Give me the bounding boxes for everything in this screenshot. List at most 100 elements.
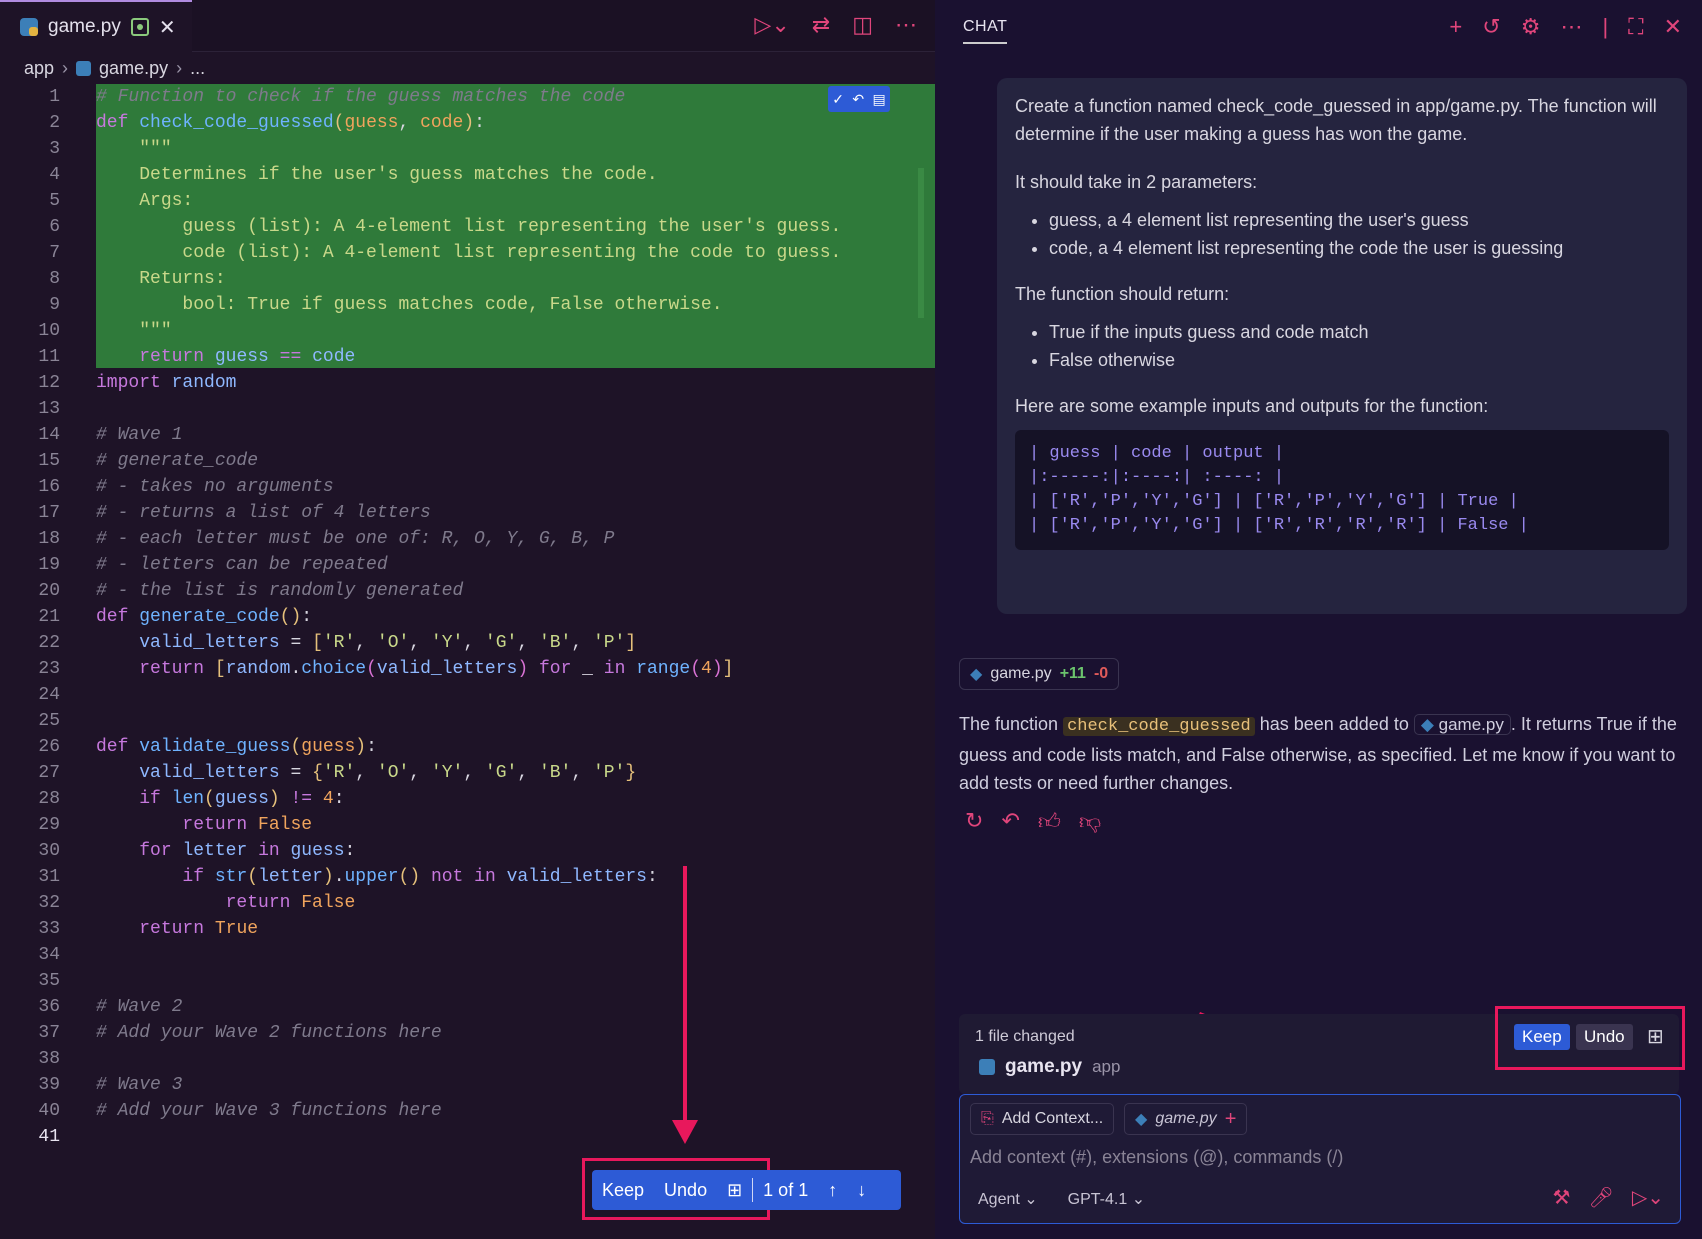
editor-actions: ▷⌄ ⇄ ◫ ⋯ [754,12,917,38]
mode-label: Agent [978,1191,1020,1208]
split-editor-icon[interactable]: ◫ [852,12,873,38]
hunk-toolbar: Keep Undo ⊞ 1 of 1 ↑ ↓ [592,1170,901,1210]
code-text: if str(letter).upper() not in valid_lett… [182,867,658,887]
line-number: 12 [38,373,60,393]
line-number: 19 [38,555,60,575]
code-line: 19 # - letters can be repeated [0,552,935,578]
code-text: """ [139,321,172,341]
line-number: 11 [38,347,60,367]
gear-icon[interactable]: ⚙ [1521,14,1541,40]
plus-icon[interactable]: + [1449,14,1462,40]
send-icon[interactable]: ▷⌄ [1632,1185,1664,1210]
user-message: Create a function named check_code_guess… [997,78,1687,614]
file-name: game.py [990,665,1052,682]
code-text: def check_code_guessed(guess, code): [96,113,485,133]
editor-pane: game.py ✕ ▷⌄ ⇄ ◫ ⋯ app › game.py › ... 1… [0,0,935,1239]
keep-button[interactable]: Keep [592,1180,654,1201]
hunk-counter: 1 of 1 [763,1179,809,1200]
retry-icon[interactable]: ↻ [965,808,983,835]
undo-icon[interactable]: ↶ [852,91,864,108]
accept-icon[interactable]: ✓ [832,91,844,108]
more-icon[interactable]: ⋯ [1560,14,1582,40]
code-line: 23 return [random.choice(valid_letters) … [0,656,935,682]
code-text: # Add your Wave 3 functions here [96,1101,442,1121]
code-line: 22 valid_letters = ['R', 'O', 'Y', 'G', … [0,630,935,656]
run-icon[interactable]: ▷⌄ [754,12,789,38]
model-select[interactable]: GPT-4.1 ⌄ [1068,1189,1145,1209]
line-number: 37 [38,1023,60,1043]
file-link-label: game.py [1438,715,1504,734]
thumbs-up-icon[interactable]: 👍︎ [1038,808,1061,835]
line-number: 18 [38,529,60,549]
line-number: 21 [38,607,60,627]
tab-label: game.py [48,16,121,37]
line-number: 29 [38,815,60,835]
mic-icon[interactable]: 🎤︎ [1588,1185,1613,1210]
changed-file-row[interactable]: game.py app [979,1056,1120,1078]
modified-icon [130,18,149,36]
line-number: 8 [49,269,60,289]
undo-all-button[interactable]: Undo [1576,1024,1633,1050]
tools-icon[interactable]: ⚒ [1553,1185,1571,1210]
code-text: # - the list is randomly generated [96,581,464,601]
code-text: # Wave 1 [96,425,183,445]
code-line: 9 bool: True if guess matches code, Fals… [0,292,935,318]
chat-header: CHAT + ↺ ⚙ ⋯ | ⛶ ✕ [935,0,1702,52]
code-text: for letter in guess: [139,841,356,861]
code-area[interactable]: 1 # Function to check if the guess matche… [0,84,935,1239]
breadcrumb-app[interactable]: app [24,58,54,79]
chat-input[interactable]: Add context (#), extensions (@), command… [970,1147,1343,1168]
diff-icon[interactable]: ⊞ [717,1180,752,1201]
compare-icon[interactable]: ⇄ [812,12,830,38]
code-line: 4 Determines if the user's guess matches… [0,162,935,188]
add-context-button[interactable]: ⎘ Add Context... [970,1103,1115,1135]
breadcrumb-file[interactable]: game.py [99,58,168,79]
line-number: 13 [38,399,60,419]
model-label: GPT-4.1 [1067,1191,1128,1208]
arrow-up-icon[interactable]: ↑ [818,1180,847,1201]
divider: | [1602,14,1609,39]
close-icon[interactable]: ✕ [159,15,176,40]
code-line: 18 # - each letter must be one of: R, O, … [0,526,935,552]
changed-file-name: game.py [1005,1056,1083,1077]
line-number: 6 [49,217,60,237]
arrow-down-icon[interactable]: ↓ [847,1180,876,1201]
line-number: 2 [49,113,60,133]
close-icon[interactable]: ✕ [1664,14,1682,40]
mode-select[interactable]: Agent ⌄ [978,1189,1038,1209]
undo-button[interactable]: Undo [654,1180,717,1201]
diff-file-icon[interactable]: ▤ [873,91,886,108]
code-block: | guess | code | output | |:-----:|:----… [1015,430,1669,550]
breadcrumb-more[interactable]: ... [190,58,205,79]
keep-all-button[interactable]: Keep [1514,1024,1570,1050]
msg-paragraph: The function should return: [1015,284,1230,304]
undo-icon[interactable]: ↶ [1001,808,1019,835]
changed-file-chip[interactable]: ◆ game.py +11 -0 [959,658,1120,690]
tab-game-py[interactable]: game.py ✕ [0,0,192,52]
thumbs-down-icon[interactable]: 👎︎ [1079,808,1101,835]
code-text: return False [225,893,356,913]
more-icon[interactable]: ⋯ [895,12,917,38]
history-icon[interactable]: ↺ [1482,14,1500,40]
line-number: 32 [38,893,60,913]
code-text: code (list): A 4-element list representi… [182,243,842,263]
line-number: 24 [38,685,60,705]
tab-chat[interactable]: CHAT [963,18,1008,44]
code-line: 30 for letter in guess: [0,838,935,864]
code-line: 17 # - returns a list of 4 letters [0,500,935,526]
code-line: 21 def generate_code(): [0,604,935,630]
file-link[interactable]: ◆ game.py [1413,714,1511,735]
maximize-icon[interactable]: ⛶ [1628,14,1643,40]
msg-list: True if the inputs guess and code match … [1049,318,1669,374]
code-text: Determines if the user's guess matches t… [139,165,658,185]
plus-icon[interactable]: + [1225,1108,1237,1131]
python-file-icon: ◆ [1420,715,1439,734]
context-file-chip[interactable]: ◆ game.py + [1124,1103,1248,1135]
code-line: 27 valid_letters = {'R', 'O', 'Y', 'G', … [0,760,935,786]
diff-icon[interactable]: ⊞ [1647,1024,1664,1049]
code-line: 10 """ [0,318,935,344]
assistant-reply: The function check_code_guessed has been… [959,710,1679,797]
msg-paragraph: It should take in 2 parameters: [1015,172,1258,192]
chat-input-toolbar: Agent ⌄ GPT-4.1 ⌄ [978,1189,1145,1209]
list-item: code, a 4 element list representing the … [1049,234,1669,262]
